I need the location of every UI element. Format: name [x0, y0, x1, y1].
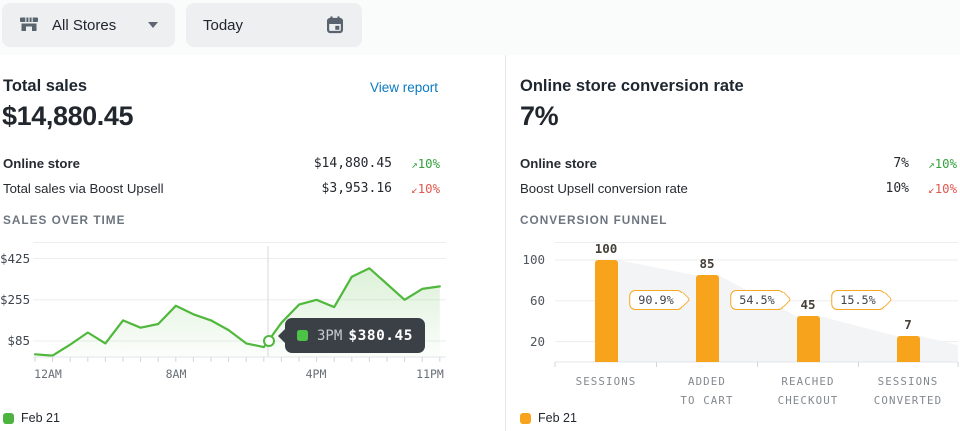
sales-legend: Feb 21 — [3, 411, 60, 425]
topbar: All Stores Today — [0, 0, 960, 55]
metric-label: Boost Upsell conversion rate — [520, 181, 688, 196]
tooltip-series-swatch — [297, 330, 308, 341]
sales-over-time-heading: SALES OVER TIME — [3, 213, 126, 227]
tooltip-value: $380.45 — [348, 328, 413, 344]
funnel-step-percentage-badge: 54.5% — [730, 290, 784, 310]
metric-label: Online store — [3, 156, 80, 171]
total-sales-title: Total sales — [3, 77, 87, 96]
metric-value: 7% — [893, 156, 909, 171]
metric-row-online-store: Online store $14,880.45 ↗10% — [3, 151, 440, 176]
hover-point-marker — [263, 335, 275, 347]
view-report-link[interactable]: View report — [360, 80, 438, 95]
funnel-y-axis-label: 100 — [514, 252, 545, 267]
funnel-category-label: SESSIONS — [550, 373, 662, 392]
funnel-step-percentage-badge: 15.5% — [831, 290, 885, 310]
funnel-category-label: ADDEDTO CART — [651, 373, 763, 410]
metric-value: $3,953.16 — [322, 181, 392, 196]
trend-up-icon: ↗ — [411, 158, 418, 171]
trend-badge: ↗10% — [913, 157, 957, 171]
x-axis-label: 4PM — [286, 367, 346, 381]
trend-down-icon: ↙ — [411, 183, 418, 196]
trend-up-icon: ↗ — [928, 158, 935, 171]
calendar-icon — [325, 15, 345, 35]
funnel-y-axis-label: 60 — [514, 293, 545, 308]
metric-row-boost-upsell-rate: Boost Upsell conversion rate 10% ↙10% — [520, 176, 957, 201]
legend-label: Feb 21 — [538, 411, 577, 425]
tooltip-time: 3PM — [317, 328, 342, 344]
funnel-bar-3[interactable] — [897, 336, 920, 362]
trend-down-icon: ↙ — [928, 183, 935, 196]
metric-value: $14,880.45 — [314, 156, 392, 171]
date-range-button[interactable]: Today — [186, 3, 362, 47]
trend-badge: ↙10% — [913, 182, 957, 196]
metric-row-online-store-rate: Online store 7% ↗10% — [520, 151, 957, 176]
trend-badge: ↙10% — [396, 182, 440, 196]
chevron-down-icon — [148, 22, 158, 28]
chart-tooltip: 3PM $380.45 — [285, 318, 425, 353]
analytics-dashboard: All Stores Today Total sales View report… — [0, 0, 960, 431]
store-icon — [19, 15, 39, 35]
x-axis-label: 12AM — [18, 367, 78, 381]
metric-label: Total sales via Boost Upsell — [3, 181, 164, 196]
conversion-funnel-heading: CONVERSION FUNNEL — [520, 213, 667, 227]
legend-label: Feb 21 — [21, 411, 60, 425]
total-sales-value: $14,880.45 — [2, 101, 133, 132]
funnel-bar-value: 100 — [576, 241, 636, 256]
y-axis-label: $255 — [0, 292, 30, 307]
funnel-bar-value: 7 — [878, 317, 938, 332]
funnel-bar-2[interactable] — [797, 316, 820, 362]
conversion-breakdown: Online store 7% ↗10% Boost Upsell conver… — [520, 151, 957, 201]
funnel-step-percentage-badge: 90.9% — [629, 290, 683, 310]
funnel-y-axis-label: 20 — [514, 334, 545, 349]
funnel-bar-1[interactable] — [696, 275, 719, 362]
conversion-rate-value: 7% — [520, 101, 558, 132]
metric-label: Online store — [520, 156, 597, 171]
conversion-rate-title: Online store conversion rate — [520, 77, 744, 96]
y-axis-label: $425 — [0, 251, 30, 266]
store-selector-label: All Stores — [52, 17, 116, 34]
metric-row-boost-upsell-sales: Total sales via Boost Upsell $3,953.16 ↙… — [3, 176, 440, 201]
funnel-legend: Feb 21 — [520, 411, 577, 425]
date-range-label: Today — [203, 17, 243, 34]
funnel-category-label: SESSIONSCONVERTED — [852, 373, 960, 410]
legend-swatch-green — [3, 413, 14, 424]
trend-badge: ↗10% — [396, 157, 440, 171]
store-selector-button[interactable]: All Stores — [2, 3, 175, 47]
total-sales-breakdown: Online store $14,880.45 ↗10% Total sales… — [3, 151, 440, 201]
funnel-bar-value: 85 — [677, 256, 737, 271]
y-axis-label: $85 — [0, 333, 30, 348]
metric-value: 10% — [886, 181, 909, 196]
funnel-bar-0[interactable] — [595, 260, 618, 362]
x-axis-label: 8AM — [146, 367, 206, 381]
legend-swatch-orange — [520, 413, 531, 424]
funnel-category-label: REACHEDCHECKOUT — [752, 373, 864, 410]
x-axis-label: 11PM — [400, 367, 460, 381]
